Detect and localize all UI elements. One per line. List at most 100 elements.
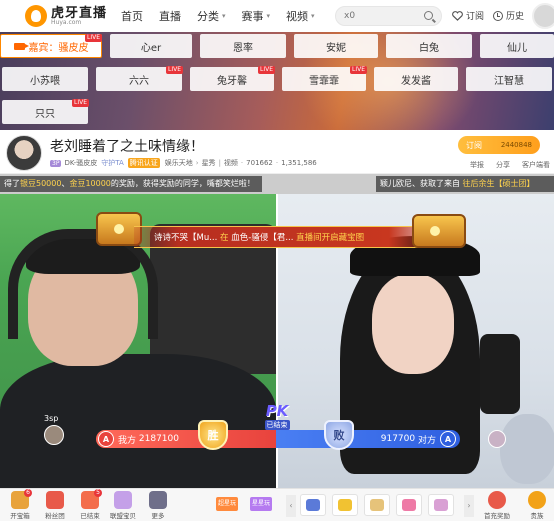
room-chip-label: 恩率 <box>233 42 253 54</box>
audience-avatar-right[interactable] <box>488 430 506 448</box>
nav-item-label: 首页 <box>121 10 143 23</box>
video-link[interactable]: 视频 <box>224 158 238 168</box>
stream-action-客户端看[interactable]: 客户端看 <box>522 160 550 170</box>
history-link[interactable]: 历史 <box>493 9 524 22</box>
follow-link[interactable]: 订阅 <box>452 9 484 22</box>
toolbar-item-icon <box>528 491 546 509</box>
pk-right-side-badge: A <box>440 431 456 447</box>
history-label: 历史 <box>506 12 525 22</box>
toolbar-贵族[interactable]: 贵族 <box>522 491 552 520</box>
room-chip-label: 兔牙馨 <box>217 75 247 87</box>
toolbar-item-icon <box>149 491 167 509</box>
stream-title: 老刘睡着了之土味情缘！ <box>50 139 204 155</box>
audience-user[interactable]: 3sp <box>44 414 64 445</box>
search-box <box>335 6 442 26</box>
toolbar-更多[interactable]: 更多 <box>143 491 173 520</box>
gift-icon[interactable] <box>300 494 326 516</box>
stream-actions: 举报 分享 客户端看 <box>458 160 550 170</box>
room-chip[interactable]: 江智慧 <box>466 67 552 91</box>
stream-action-分享[interactable]: 分享 <box>496 160 510 170</box>
huya-logo[interactable]: 虎牙直播 Huya.com <box>25 5 115 27</box>
marquee-text: 直播间开启藏宝图 <box>296 233 365 243</box>
nav-item-视频[interactable]: 视频 ▾ <box>286 8 315 24</box>
nav-item-label: 分类 <box>197 10 219 23</box>
gift-image <box>338 499 352 511</box>
room-chip-label: 发发酱 <box>401 75 431 87</box>
bottom-toolbar: 6 开宝箱 粉丝团 5 已结束 联盟宝贝 更多 超星玩 星星玩 ‹ › 首充奖励 贵族 <box>0 488 554 521</box>
microphone <box>480 334 520 414</box>
room-chip[interactable]: 发发酱 <box>374 67 458 91</box>
nav-item-分类[interactable]: 分类 ▾ <box>197 8 226 24</box>
pk-left-score: A 我方 2187100 <box>96 430 276 448</box>
nav-item-首页[interactable]: 首页 <box>121 8 143 24</box>
room-chip-label: 六六 <box>129 75 149 87</box>
room-chip[interactable]: 心er <box>110 34 192 58</box>
toolbar-item-label: 已结束 <box>80 512 100 520</box>
host-name[interactable]: DK-骚皮皮 <box>64 158 97 168</box>
stream-meta: 3P DK-骚皮皮 守护TA 腾讯认证 娱乐天地 › 星秀 | 视频 · 701… <box>50 158 317 168</box>
broadcast-marquee-right: 颖儿欧尼、获取了来自 往后余生【硕士团】 <box>376 176 554 192</box>
audience-avatar <box>44 425 64 445</box>
nav-item-赛事[interactable]: 赛事 ▾ <box>242 8 271 24</box>
room-chip-label: 心er <box>140 42 162 54</box>
room-chip[interactable]: 仙儿 <box>480 34 554 58</box>
room-chip[interactable]: 恩率 <box>200 34 286 58</box>
pk-lose-badge: 败 <box>324 420 354 450</box>
gift-icon[interactable] <box>428 494 454 516</box>
promo-badge[interactable]: 超星玩 <box>216 497 239 511</box>
room-chip-label: 仙儿 <box>507 42 527 54</box>
main-nav: 首页 直播 分类 ▾ 赛事 ▾ 视频 ▾ <box>121 8 331 24</box>
search-icon[interactable] <box>424 11 433 20</box>
logo-title: 虎牙直播 <box>51 5 108 21</box>
room-chip[interactable]: 六六 LIVE <box>96 66 183 91</box>
room-chip-label: 江智慧 <box>494 75 524 87</box>
room-chip-label: 白兔 <box>419 42 439 54</box>
toolbar-已结束[interactable]: 5 已结束 <box>75 489 105 520</box>
heart-icon <box>452 10 463 21</box>
subscribe-button[interactable]: 订阅 2440848 <box>458 136 540 154</box>
arrow-left-icon[interactable]: ‹ <box>286 495 296 517</box>
nav-item-直播[interactable]: 直播 <box>159 8 181 24</box>
verify-badge: 腾讯认证 <box>127 158 160 168</box>
category-link[interactable]: 娱乐天地 <box>165 158 193 168</box>
toolbar-首充奖励[interactable]: 首充奖励 <box>482 491 512 520</box>
gift-icon[interactable] <box>364 494 390 516</box>
marquee-text: 的奖励，获得奖励的同学，嘴都笑烂啦！ <box>110 179 255 188</box>
user-avatar[interactable] <box>532 3 554 29</box>
room-chip-label: 安妮 <box>326 42 346 54</box>
toolbar-粉丝团[interactable]: 粉丝团 <box>40 491 70 520</box>
room-chip[interactable]: 安妮 <box>294 34 378 58</box>
pk-win-badge: 胜 <box>198 420 228 450</box>
count-badge: 6 <box>24 489 32 497</box>
pk-logo: PK <box>265 402 289 420</box>
gift-icon[interactable] <box>396 494 422 516</box>
stat-count-a: 701662 <box>246 159 273 167</box>
chevron-down-icon: ▾ <box>266 12 271 20</box>
subcategory-link[interactable]: 星秀 <box>202 158 216 168</box>
follow-label: 订阅 <box>466 12 485 22</box>
room-chip[interactable]: 嘉宾：骚皮皮 LIVE <box>0 34 102 58</box>
toolbar-item-label: 贵族 <box>530 512 544 520</box>
room-chip[interactable]: 小苏喂 <box>2 67 88 91</box>
guard-link[interactable]: 守护TA <box>101 158 124 168</box>
toolbar-item-label: 首充奖励 <box>484 512 510 520</box>
live-badge: LIVE <box>84 34 102 42</box>
treasure-map-banner[interactable]: 诗诗不哭【Mu... 在 血色-骚侵【君... 直播间开启藏宝图 <box>134 226 434 248</box>
room-chip[interactable]: 白兔 <box>386 34 472 58</box>
stat-count-b: 1,351,586 <box>281 159 317 167</box>
room-chip[interactable]: 雪霏霏 LIVE <box>282 66 367 91</box>
live-badge: LIVE <box>257 66 275 74</box>
search-input[interactable] <box>344 11 424 21</box>
toolbar-item-icon <box>488 491 506 509</box>
toolbar-开宝箱[interactable]: 6 开宝箱 <box>5 489 35 520</box>
arrow-right-icon[interactable]: › <box>464 495 474 517</box>
gift-icon[interactable] <box>332 494 358 516</box>
room-chip[interactable]: 只只 LIVE <box>2 99 89 124</box>
stream-action-举报[interactable]: 举报 <box>470 160 484 170</box>
promo-badge[interactable]: 星星玩 <box>250 497 273 511</box>
nav-item-label: 视频 <box>286 10 309 23</box>
toolbar-联盟宝贝[interactable]: 联盟宝贝 <box>108 491 138 520</box>
room-chip[interactable]: 兔牙馨 LIVE <box>190 66 275 91</box>
video-player[interactable]: 得了银豆50000、金豆10000的奖励，获得奖励的同学，嘴都笑烂啦！ 颖儿欧尼… <box>0 174 554 488</box>
host-avatar[interactable] <box>6 135 42 171</box>
